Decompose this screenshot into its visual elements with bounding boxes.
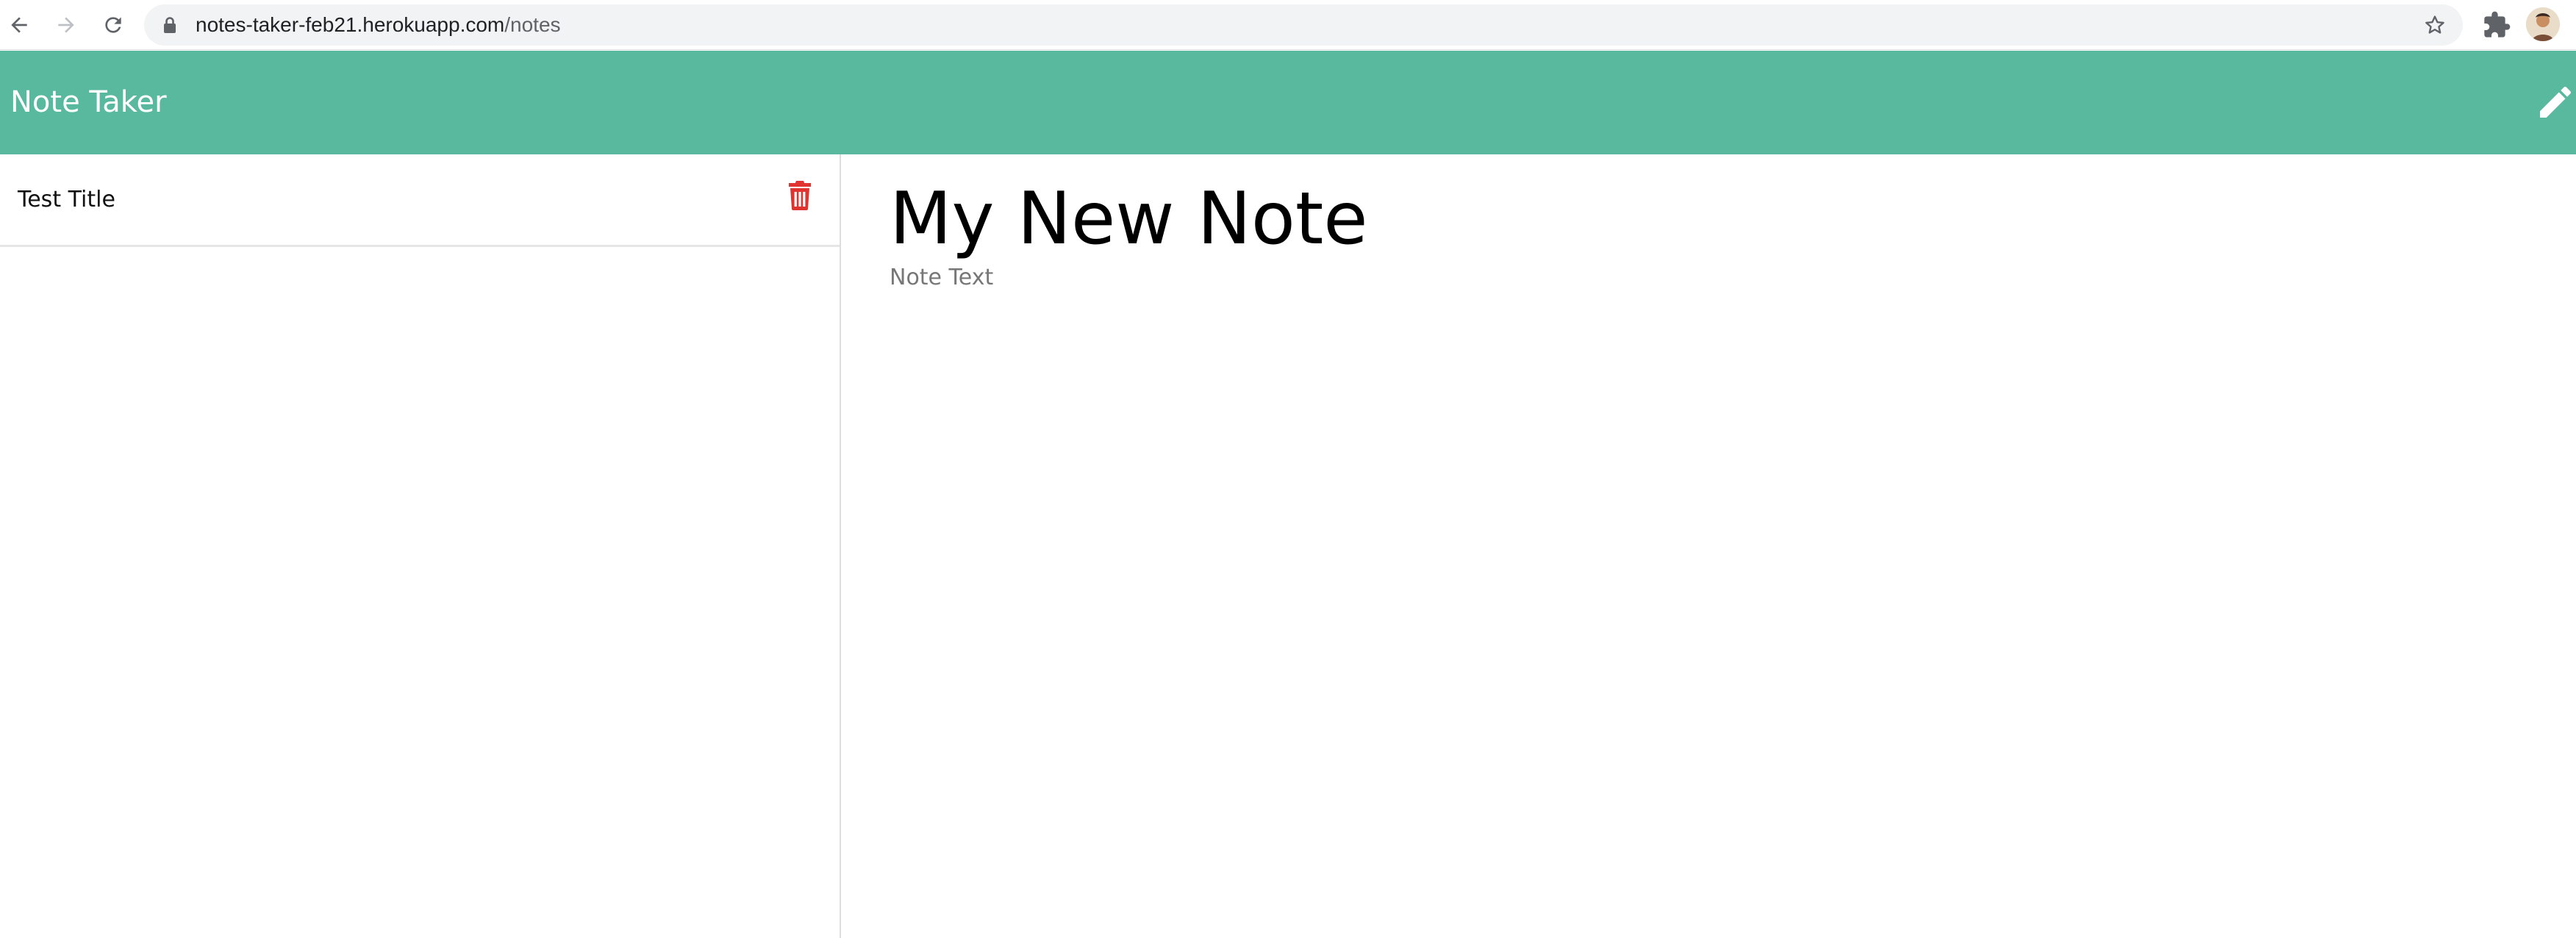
back-button[interactable] [1, 7, 37, 43]
note-title-input[interactable] [890, 168, 2507, 271]
reload-button[interactable] [96, 7, 131, 43]
forward-icon [58, 17, 74, 33]
lock-icon[interactable] [162, 16, 178, 34]
back-icon [11, 17, 27, 33]
url-path: /notes [504, 13, 561, 36]
url-text[interactable]: notes-taker-feb21.herokuapp.com/notes [196, 4, 561, 46]
star-icon[interactable] [2423, 13, 2447, 37]
forward-button[interactable] [49, 7, 84, 43]
browser-toolbar: notes-taker-feb21.herokuapp.com/notes [0, 0, 2576, 50]
app-title[interactable]: Note Taker [10, 51, 167, 154]
note-list: Test Title [0, 154, 841, 938]
note-list-item-title[interactable]: Test Title [18, 154, 115, 246]
trash-icon[interactable] [788, 181, 812, 210]
avatar[interactable] [2526, 7, 2560, 41]
url-host: notes-taker-feb21.herokuapp.com [196, 13, 505, 36]
reload-icon [105, 17, 121, 33]
note-text-input[interactable] [890, 265, 2507, 823]
avatar-image [2526, 7, 2560, 41]
app-header: Note Taker [0, 51, 2576, 154]
list-item[interactable]: Test Title [0, 154, 840, 247]
address-bar[interactable]: notes-taker-feb21.herokuapp.com/notes [144, 4, 2463, 46]
pencil-icon[interactable] [2535, 82, 2576, 123]
extensions-icon[interactable] [2482, 10, 2511, 40]
note-editor [842, 154, 2576, 938]
